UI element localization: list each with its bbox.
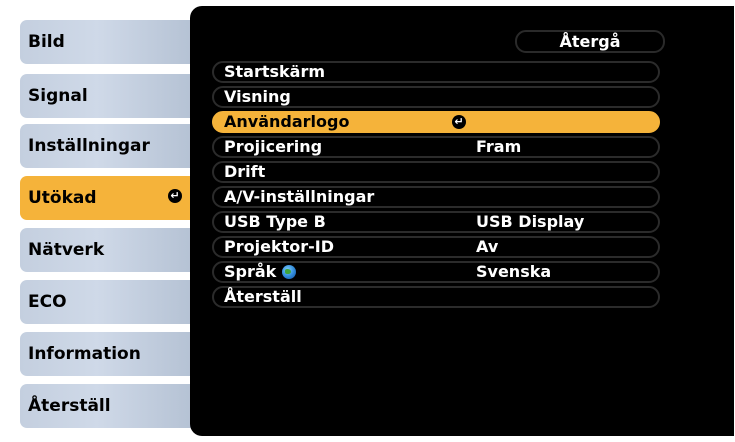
menu-row-startskarm[interactable]: Startskärm	[212, 61, 660, 83]
sidebar-item-label: Bild	[28, 32, 65, 52]
menu-row-anvandarlogo[interactable]: Användarlogo ↵	[212, 111, 660, 133]
enter-icon: ↵	[452, 115, 466, 129]
sidebar-item-label: Inställningar	[28, 136, 150, 156]
menu-row-value: Svenska	[476, 262, 552, 281]
menu-row-label: USB Type B	[224, 212, 326, 231]
enter-icon: ↵	[168, 189, 182, 203]
menu-row-label-text: Språk	[224, 262, 277, 281]
sidebar-item-natverk[interactable]: Nätverk	[20, 228, 192, 272]
menu-row-label: Användarlogo	[224, 112, 350, 131]
sidebar-item-bild[interactable]: Bild	[20, 20, 192, 64]
menu-row-label: Språk	[224, 262, 297, 281]
sidebar-item-label: Information	[28, 344, 141, 364]
sidebar-item-label: Återställ	[28, 396, 111, 416]
menu-row-projicering[interactable]: Projicering Fram	[212, 136, 660, 158]
menu-row-sprak[interactable]: Språk Svenska	[212, 261, 660, 283]
sidebar-item-label: Nätverk	[28, 240, 105, 260]
menu-row-av-installningar[interactable]: A/V-inställningar	[212, 186, 660, 208]
menu-row-value: USB Display	[476, 212, 585, 231]
menu-row-aterstall[interactable]: Återställ	[212, 286, 660, 308]
globe-icon	[282, 265, 297, 279]
menu-row-value: Av	[476, 237, 499, 256]
return-button[interactable]: Återgå	[515, 30, 665, 53]
menu-row-drift[interactable]: Drift	[212, 161, 660, 183]
menu-row-label: Projektor-ID	[224, 237, 334, 256]
sidebar-item-label: Utökad	[28, 188, 97, 208]
menu-row-projektor-id[interactable]: Projektor-ID Av	[212, 236, 660, 258]
settings-panel: Återgå Startskärm Visning Användarlogo ↵…	[190, 6, 734, 436]
menu-row-label: Drift	[224, 162, 266, 181]
sidebar-item-aterstall[interactable]: Återställ	[20, 384, 192, 428]
sidebar-item-utokad[interactable]: Utökad ↵	[20, 176, 192, 220]
menu-row-value: Fram	[476, 137, 522, 156]
sidebar-item-signal[interactable]: Signal	[20, 74, 192, 118]
sidebar-item-eco[interactable]: ECO	[20, 280, 192, 324]
sidebar-item-label: ECO	[28, 292, 67, 312]
sidebar-item-installningar[interactable]: Inställningar	[20, 124, 192, 168]
menu-row-label: Återställ	[224, 287, 302, 306]
menu-row-label: A/V-inställningar	[224, 187, 375, 206]
menu-row-visning[interactable]: Visning	[212, 86, 660, 108]
menu-row-label: Projicering	[224, 137, 323, 156]
sidebar-item-information[interactable]: Information	[20, 332, 192, 376]
menu-row-usb-type-b[interactable]: USB Type B USB Display	[212, 211, 660, 233]
menu-row-label: Visning	[224, 87, 291, 106]
sidebar-item-label: Signal	[28, 86, 88, 106]
menu-row-label: Startskärm	[224, 62, 326, 81]
